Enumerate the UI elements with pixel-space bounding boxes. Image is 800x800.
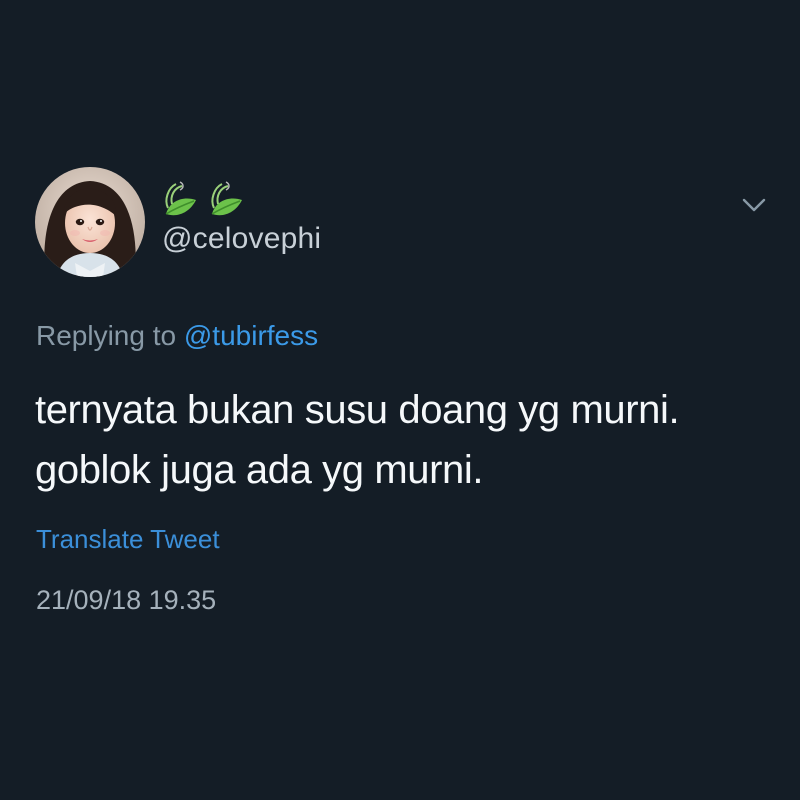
profile-photo-icon <box>35 167 145 277</box>
tweet-card: @celovephi Replying to @tubirfess ternya… <box>0 0 800 800</box>
avatar[interactable] <box>35 167 145 277</box>
herb-leaf-icon <box>165 181 196 216</box>
user-handle[interactable]: @celovephi <box>162 222 321 256</box>
replying-to: Replying to @tubirfess <box>36 320 318 352</box>
tweet-text-line: ternyata bukan susu doang yg murni. <box>35 388 680 432</box>
tweet-text: ternyata bukan susu doang yg murni. gobl… <box>35 380 775 500</box>
herb-leaf-icon <box>211 181 242 216</box>
display-name[interactable] <box>160 176 252 224</box>
reply-target-link[interactable]: @tubirfess <box>184 320 318 351</box>
tweet-timestamp[interactable]: 21/09/18 19.35 <box>36 585 216 616</box>
replying-to-label: Replying to <box>36 320 177 351</box>
tweet-text-line: goblok juga ada yg murni. <box>35 448 484 492</box>
chevron-down-icon[interactable] <box>740 193 768 217</box>
translate-tweet-link[interactable]: Translate Tweet <box>36 524 220 555</box>
